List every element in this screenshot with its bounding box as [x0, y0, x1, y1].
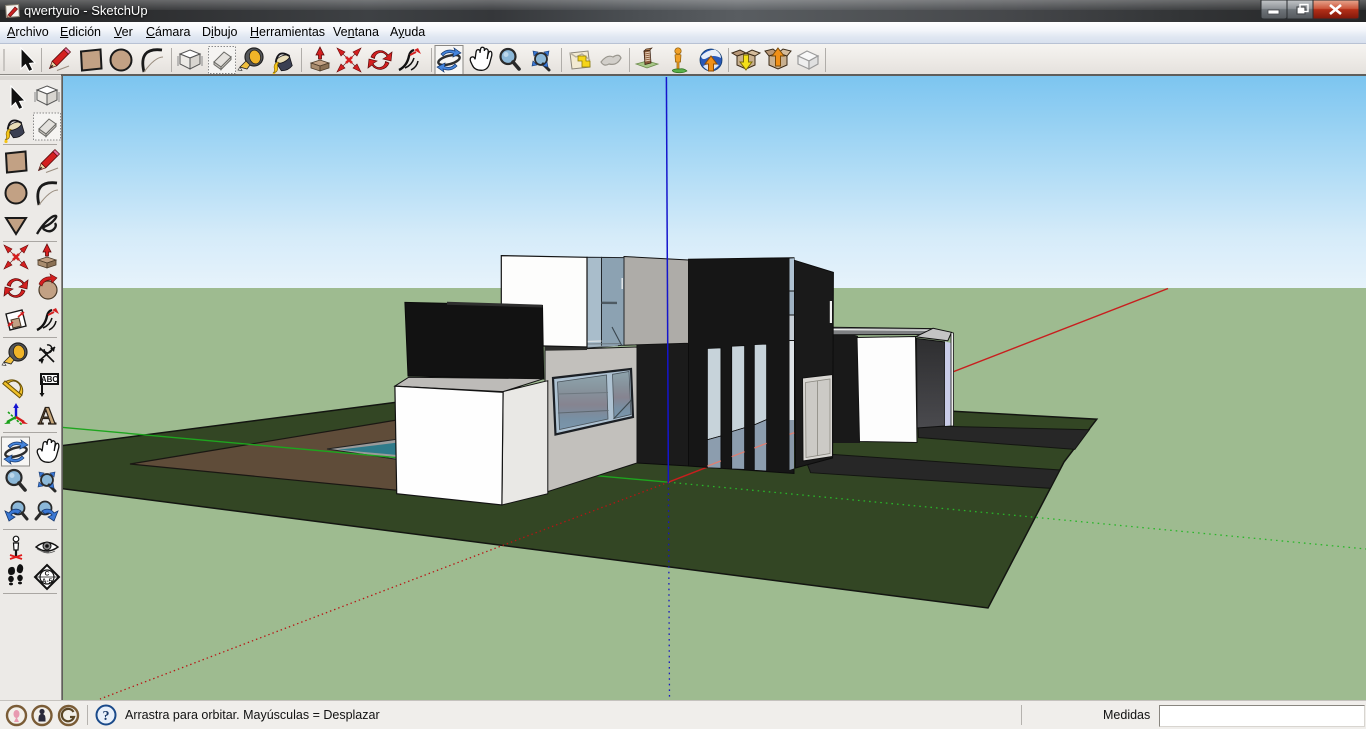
- svg-text:?: ?: [103, 709, 110, 724]
